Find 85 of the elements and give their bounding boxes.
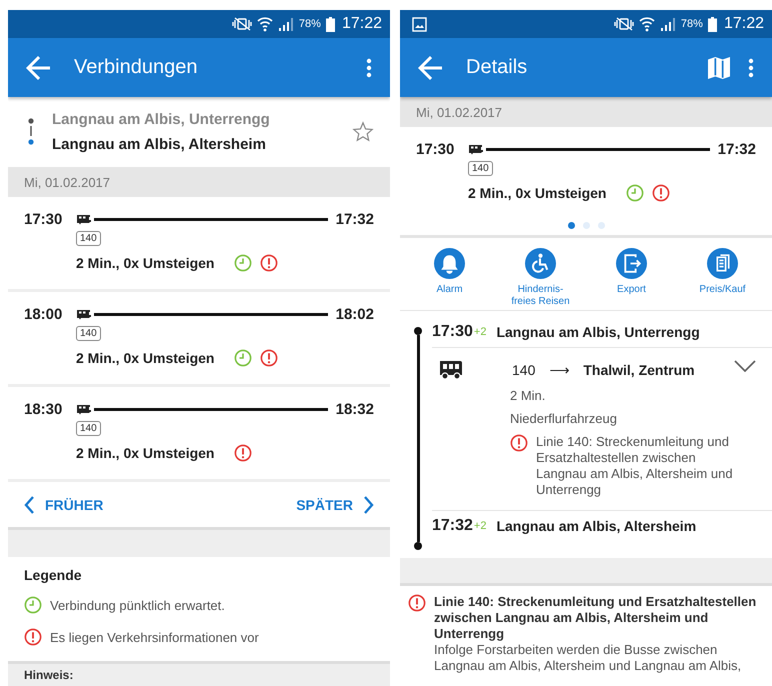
back-icon[interactable]	[26, 56, 50, 80]
stop-time: 17:32	[432, 517, 473, 535]
line-number: 140	[76, 326, 101, 341]
line-number: 140	[76, 421, 101, 436]
star-icon[interactable]	[352, 121, 374, 143]
alarm-icon	[434, 248, 465, 279]
bus-icon	[438, 360, 464, 380]
trip-summary: 2 Min., 0x Umsteigen	[468, 185, 606, 201]
bus-icon	[76, 404, 92, 415]
action-button[interactable]: Export	[586, 248, 677, 308]
bus-icon	[76, 309, 92, 320]
line-number: 140	[512, 362, 536, 378]
arrival-time: 17:32	[336, 211, 374, 228]
clock-icon	[24, 596, 42, 614]
arrival-time: 17:32	[718, 141, 756, 158]
bus-icon	[468, 144, 484, 155]
signal-icon	[278, 17, 294, 31]
date-label: Mi, 01.02.2017	[24, 174, 110, 190]
map-icon[interactable]	[708, 56, 730, 78]
more-icon[interactable]	[748, 58, 754, 78]
trip-summary: 2 Min., 0x Umsteigen	[76, 255, 214, 271]
page-dot[interactable]	[582, 222, 590, 228]
note-title: Hinweis:	[24, 668, 74, 682]
destination-stop: Langnau am Albis, Altersheim	[52, 136, 267, 153]
duration-label: 2 Min.	[510, 388, 546, 403]
chevron-right-icon[interactable]	[363, 494, 374, 514]
battery-percentage: 78%	[680, 18, 703, 30]
legend-text: Verbindung pünktlich erwartet.	[50, 598, 225, 612]
screen-title: Details	[466, 56, 528, 79]
departure-time: 18:00	[24, 306, 64, 323]
bus-icon	[76, 214, 92, 225]
delay-label: +2	[474, 520, 486, 532]
direction-label: Thalwil, Zentrum	[583, 362, 695, 378]
stop-time: 17:30	[432, 323, 473, 341]
warning-icon	[408, 594, 426, 612]
chevron-down-icon[interactable]	[734, 360, 756, 372]
action-button[interactable]: Preis/Kauf	[677, 248, 768, 308]
delay-label: +2	[474, 326, 486, 338]
signal-icon	[660, 17, 676, 31]
more-icon[interactable]	[366, 58, 372, 78]
arrival-time: 18:32	[336, 401, 374, 418]
action-button[interactable]: Hindernis-freies Reisen	[495, 248, 586, 308]
stop-name: Langnau am Albis, Altersheim	[496, 518, 696, 534]
info-text: Linie 140: Streckenumleitung und Ersatzhaltestellen zwischen Langnau am Albis, Altersheim und Unterrengg	[536, 434, 734, 498]
clock-time: 17:22	[342, 15, 382, 33]
legend-title: Legende	[24, 567, 83, 583]
vibrate-icon	[614, 17, 634, 31]
battery-icon	[326, 16, 335, 32]
departure-time: 18:30	[24, 401, 64, 418]
clock-time: 17:22	[724, 15, 764, 33]
wifi-icon	[256, 16, 273, 32]
battery-percentage: 78%	[298, 18, 321, 30]
chevron-left-icon[interactable]	[24, 494, 35, 514]
vehicle-label: Niederflurfahrzeug	[510, 411, 618, 426]
route-dots-icon	[28, 118, 34, 146]
action-button[interactable]: Alarm	[404, 248, 495, 308]
line-number: 140	[76, 231, 101, 246]
earlier-link[interactable]: FRÜHER	[24, 494, 104, 514]
trip-summary: 2 Min., 0x Umsteigen	[76, 350, 214, 366]
arrow-glyph: ⟶	[549, 362, 570, 378]
vibrate-icon	[232, 17, 252, 31]
back-icon[interactable]	[418, 56, 442, 80]
later-link[interactable]: SPÄTER	[296, 494, 374, 514]
arrival-time: 18:02	[336, 306, 374, 323]
legend-text: Es liegen Verkehrsinformationen vor	[50, 630, 259, 644]
departure-time: 17:30	[24, 211, 64, 228]
battery-icon	[708, 16, 717, 32]
image-icon	[412, 16, 427, 32]
page-dot[interactable]	[598, 222, 604, 228]
line-number: 140	[468, 161, 493, 176]
screen-title: Verbindungen	[74, 56, 198, 79]
warning-icon	[510, 434, 528, 452]
export-icon	[616, 248, 647, 279]
accessible-icon	[525, 248, 556, 279]
date-label: Mi, 01.02.2017	[416, 104, 502, 120]
price-icon	[707, 248, 738, 279]
stop-name: Langnau am Albis, Unterrengg	[496, 324, 700, 340]
page-dot[interactable]	[568, 222, 574, 228]
notice-title: Linie 140: Streckenumleitung und Ersatzhaltestellen zwischen Langnau am Albis, Altersheim und Unterrengg	[434, 594, 758, 642]
notice-text: Infolge Forstarbeiten werden die Busse zwischen Langnau am Albis, Altersheim und Langnau am Albis,	[434, 642, 742, 674]
departure-time: 17:30	[416, 141, 456, 158]
wifi-icon	[638, 16, 655, 32]
origin-stop: Langnau am Albis, Unterrengg	[52, 111, 271, 128]
trip-summary: 2 Min., 0x Umsteigen	[76, 445, 214, 461]
warning-icon	[24, 628, 42, 646]
